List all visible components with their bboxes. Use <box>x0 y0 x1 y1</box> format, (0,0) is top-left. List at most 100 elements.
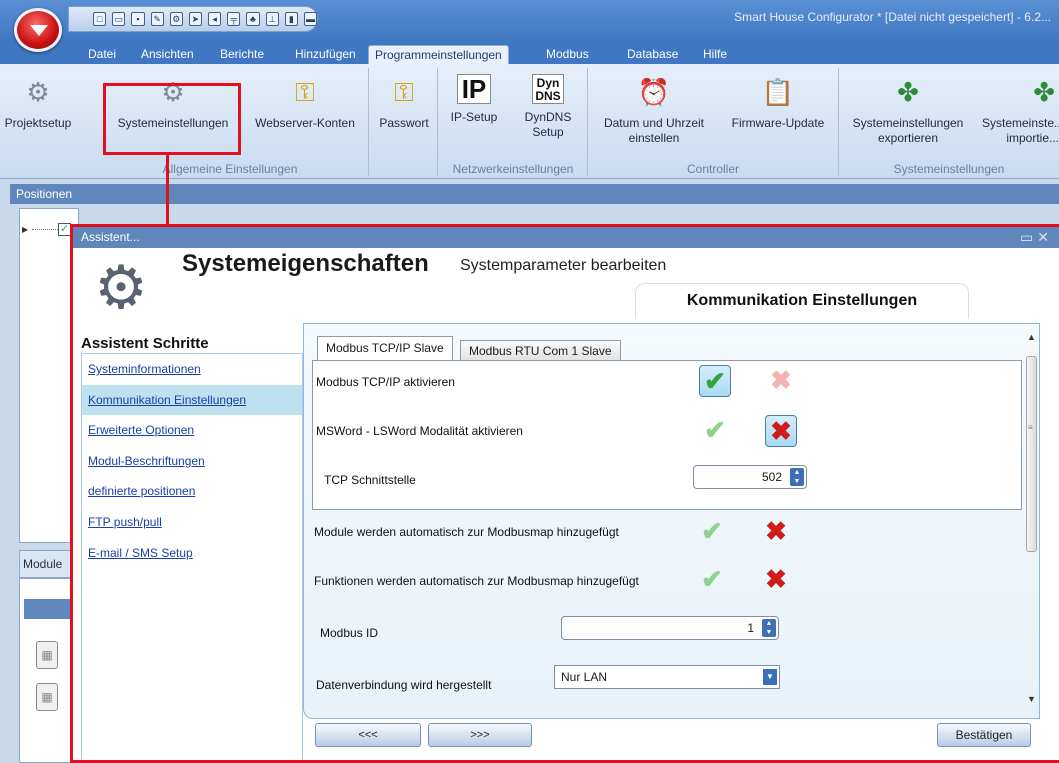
edit-icon[interactable]: ✎ <box>150 12 164 26</box>
dialog-subheading: Systemparameter bearbeiten <box>460 257 667 274</box>
tab-hilfe[interactable]: Hilfe <box>697 45 733 64</box>
assistant-dialog: Assistent... ▭✕ ⚙ Systemeigenschaften Sy… <box>73 227 1059 763</box>
msword-yes-checkbox[interactable]: ✔ <box>699 415 731 447</box>
msword-label: MSWord - LSWord Modalität aktivieren <box>316 424 523 438</box>
tree-checkbox[interactable]: ✓ <box>58 223 71 236</box>
maximize-icon[interactable]: ▭ <box>1020 229 1037 245</box>
step-definierte-positionen[interactable]: definierte positionen <box>82 476 302 507</box>
group-label-allgemein: Allgemeine Einstellungen <box>162 162 298 176</box>
window-title: Smart House Configurator * [Datei nicht … <box>734 10 1051 24</box>
import-icon[interactable]: ➤ <box>188 12 203 26</box>
functions-auto-yes-checkbox[interactable]: ✔ <box>696 564 728 596</box>
dyndns-icon: Dyn DNS <box>532 74 564 104</box>
msword-no-checkbox[interactable]: ✖ <box>765 415 797 447</box>
ip-setup-button[interactable]: IP IP-Setup <box>438 66 510 158</box>
module-icon[interactable]: ▮ <box>284 12 298 26</box>
export-icon[interactable]: ◂ <box>208 12 222 26</box>
expand-arrow-icon[interactable]: ▶ <box>22 225 28 234</box>
modules-panel[interactable]: ▦ ▦ <box>19 578 79 763</box>
display-icon[interactable]: ▬ <box>303 12 318 26</box>
gear-icon: ⚙ <box>26 77 50 107</box>
key-icon: ⚿ <box>394 77 414 107</box>
connection-label: Datenverbindung wird hergestellt <box>316 678 492 692</box>
step-systeminformationen[interactable]: Systeminformationen <box>82 354 302 385</box>
modules-auto-yes-checkbox[interactable]: ✔ <box>696 516 728 548</box>
next-button[interactable]: >>> <box>428 723 532 747</box>
projektsetup-button[interactable]: ⚙ Projektsetup <box>0 66 76 158</box>
dialog-heading: Systemeigenschaften <box>182 250 429 277</box>
step-modul-beschriftungen[interactable]: Modul-Beschriftungen <box>82 446 302 477</box>
group-label-systemeinstellungen: Systemeinstellungen <box>893 162 1005 176</box>
positions-tree[interactable]: ▶ ✓ <box>19 208 79 543</box>
tcp-enable-no-checkbox[interactable]: ✖ <box>765 365 797 397</box>
modules-auto-label: Module werden automatisch zur Modbusmap … <box>314 525 619 539</box>
tab-hinzufuegen[interactable]: Hinzufügen <box>289 45 362 64</box>
quick-access-toolbar: □ ▭ ▪ ✎ ⚙ ➤ ◂ ╤ ♣ ⊥ ▮ ▬ <box>68 6 318 32</box>
tab-modbus-tcp[interactable]: Modbus TCP/IP Slave <box>317 336 453 360</box>
tcp-enable-label: Modbus TCP/IP aktivieren <box>316 375 455 389</box>
stepper-arrows-icon[interactable]: ▲ ▼ <box>762 619 776 637</box>
firmware-update-button[interactable]: 📋 Firmware-Update <box>722 66 834 158</box>
money-icon: ✤ <box>1033 77 1055 107</box>
hierarchy-icon[interactable]: ⊥ <box>265 12 279 26</box>
settings-icon[interactable]: ⚙ <box>169 12 183 26</box>
settings-content: Modbus TCP/IP Slave Modbus RTU Com 1 Sla… <box>303 323 1040 719</box>
step-erweiterte-optionen[interactable]: Erweiterte Optionen <box>82 415 302 446</box>
modules-header: Module <box>19 550 79 578</box>
tab-ansichten[interactable]: Ansichten <box>135 45 200 64</box>
close-icon[interactable]: ✕ <box>1037 229 1053 245</box>
alarm-clock-icon: ⏰ <box>637 77 671 107</box>
steps-list: Systeminformationen Kommunikation Einste… <box>81 353 303 763</box>
step-kommunikation[interactable]: Kommunikation Einstellungen <box>82 384 302 416</box>
save-icon[interactable]: ▪ <box>131 12 145 26</box>
step-ftp[interactable]: FTP push/pull <box>82 507 302 538</box>
tab-database[interactable]: Database <box>621 45 684 64</box>
dyndns-setup-button[interactable]: Dyn DNS DynDNS Setup <box>512 66 584 158</box>
passwort-button[interactable]: ⚿ Passwort <box>372 66 436 158</box>
previous-button[interactable]: <<< <box>315 723 421 747</box>
systemeinstellungen-importieren-button[interactable]: ✤ Systemeinste... importie... <box>982 66 1059 158</box>
highlight-systemeinstellungen <box>103 83 241 155</box>
network-icon[interactable]: ╤ <box>227 12 241 26</box>
confirm-button[interactable]: Bestätigen <box>937 723 1031 747</box>
module-device-icon[interactable]: ▦ <box>36 683 58 711</box>
group-label-netzwerk: Netzwerkeinstellungen <box>452 162 574 176</box>
tree-icon[interactable]: ♣ <box>246 12 260 26</box>
tab-datei[interactable]: Datei <box>82 45 122 64</box>
tcp-port-stepper[interactable]: 502 ▲ ▼ <box>693 465 807 489</box>
scroll-down-icon[interactable]: ▼ <box>1027 694 1036 704</box>
tab-modbus-rtu[interactable]: Modbus RTU Com 1 Slave <box>460 340 621 360</box>
clipboard-icon: 📋 <box>761 77 795 107</box>
money-icon: ✤ <box>897 77 919 107</box>
app-menu-button[interactable] <box>14 8 62 52</box>
group-separator <box>437 68 438 176</box>
group-label-controller: Controller <box>686 162 740 176</box>
datum-uhrzeit-button[interactable]: ⏰ Datum und Uhrzeit einstellen <box>590 66 718 158</box>
group-separator <box>587 68 588 176</box>
tcp-enable-yes-checkbox[interactable]: ✔ <box>699 365 731 397</box>
stepper-arrows-icon[interactable]: ▲ ▼ <box>790 468 804 486</box>
chevron-down-icon[interactable]: ▼ <box>763 669 777 685</box>
tab-berichte[interactable]: Berichte <box>214 45 270 64</box>
modbus-id-stepper[interactable]: 1 ▲ ▼ <box>561 616 779 640</box>
scroll-up-icon[interactable]: ▲ <box>1027 332 1036 342</box>
modbus-id-label: Modbus ID <box>320 626 379 640</box>
new-file-icon[interactable]: □ <box>93 12 107 26</box>
scroll-thumb[interactable] <box>1026 356 1037 552</box>
vertical-scrollbar[interactable]: ▲ ≡ ▼ <box>1026 332 1038 706</box>
highlight-connector <box>166 154 169 226</box>
tab-programmeinstellungen[interactable]: Programmeinstellungen <box>368 45 509 64</box>
open-file-icon[interactable]: ▭ <box>112 12 126 26</box>
connection-select[interactable]: Nur LAN ▼ <box>554 665 780 689</box>
step-email-sms[interactable]: E-mail / SMS Setup <box>82 538 302 569</box>
tab-modbus[interactable]: Modbus <box>540 45 595 64</box>
gears-icon: ⚙ <box>94 254 148 321</box>
group-separator <box>838 68 839 176</box>
tcp-port-label: TCP Schnittstelle <box>324 473 416 487</box>
systemeinstellungen-exportieren-button[interactable]: ✤ Systemeinstellungen exportieren <box>840 66 976 158</box>
functions-auto-no-checkbox[interactable]: ✖ <box>760 564 792 596</box>
webserver-konten-button[interactable]: ⚿ Webserver-Konten <box>246 66 364 158</box>
module-device-icon[interactable]: ▦ <box>36 641 58 669</box>
modules-auto-no-checkbox[interactable]: ✖ <box>760 516 792 548</box>
tcp-group-box: Modbus TCP/IP aktivieren ✔ ✖ MSWord - LS… <box>312 360 1022 510</box>
